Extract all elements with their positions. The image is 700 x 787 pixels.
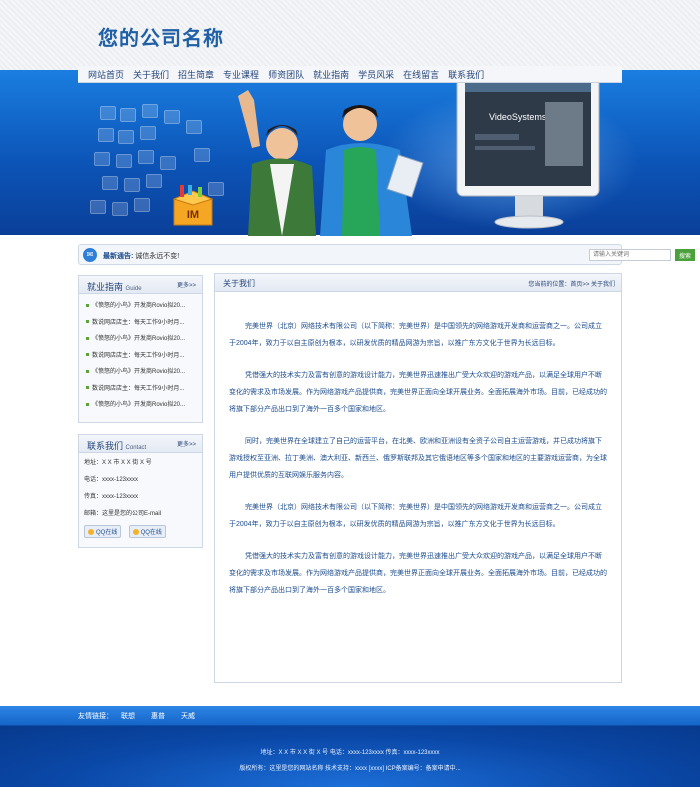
main-panel-header: 关于我们 您当前的位置：首页>> 关于我们: [215, 274, 621, 292]
article-paragraph: 完美世界（北京）网络技术有限公司（以下简称：完美世界）是中国领先的网络游戏开发商…: [229, 323, 602, 347]
list-item[interactable]: 《愤怒的小鸟》开发商Rovio拟20...: [79, 364, 202, 381]
bullet-icon: [86, 386, 89, 390]
main-nav: 网站首页 关于我们 招生简章 专业课程 师资团队 就业指南 学员风采 在线留言 …: [78, 66, 622, 83]
guide-panel-title: 就业指南 Guide: [87, 280, 142, 293]
friend-link-tianwei[interactable]: 天威: [181, 711, 195, 721]
nav-item-courses[interactable]: 专业课程: [223, 68, 259, 81]
im-gift-box-icon: IM: [172, 185, 214, 226]
qq-buttons: QQ在线 QQ在线: [79, 525, 202, 538]
contact-panel: 联系我们 Contact 更多>> 地址：X X 市 X X 街 X 号 电话：…: [78, 434, 203, 548]
im-box-label: IM: [187, 209, 199, 221]
student-photo-right: [320, 105, 424, 236]
friend-link-lenovo[interactable]: 联想: [121, 711, 135, 721]
article-paragraph: 凭借强大的技术实力及富有创意的游戏设计能力，完美世界迅速推出广受大众欢迎的游戏产…: [229, 372, 607, 413]
qq-penguin-icon: [132, 529, 139, 536]
qq-penguin-icon: [88, 529, 94, 536]
list-item-text: 数说网店店主：每天工作9小时月...: [92, 385, 185, 392]
footer-address: 地址：X X 市 X X 街 X 号 电话：xxxx-123xxxx 传真：xx…: [260, 750, 440, 756]
bullet-icon: [86, 336, 89, 340]
list-item[interactable]: 《愤怒的小鸟》开发商Rovio拟20...: [79, 397, 202, 414]
contact-fax: 传真：xxxx-123xxxx: [84, 494, 139, 500]
list-item[interactable]: 数说网店店主：每天工作9小时月...: [79, 348, 202, 365]
list-item-text: 数说网店店主：每天工作9小时月...: [92, 352, 185, 359]
chat-bubble-icon: ✉: [83, 248, 97, 262]
bullet-icon: [86, 369, 89, 373]
breadcrumb: 您当前的位置：首页>> 关于我们: [528, 282, 615, 288]
nav-item-contact[interactable]: 联系我们: [448, 68, 484, 81]
nav-item-admissions[interactable]: 招生简章: [178, 68, 214, 81]
guide-title-en: Guide: [125, 286, 142, 292]
nav-item-teachers[interactable]: 师资团队: [268, 68, 304, 81]
contact-email: 邮箱：这里是您的公司E-mail: [84, 511, 162, 517]
contact-info: 地址：X X 市 X X 街 X 号 电话：xxxx-123xxxx 传真：xx…: [79, 453, 202, 538]
bullet-icon: [86, 353, 89, 357]
friend-links-label: 友情链接：: [78, 713, 113, 720]
qq-online-button-2[interactable]: QQ在线: [128, 525, 166, 538]
list-item[interactable]: 《愤怒的小鸟》开发商Rovio拟20...: [79, 298, 202, 315]
nav-item-home[interactable]: 网站首页: [88, 68, 124, 81]
article-paragraph: 完美世界（北京）网络技术有限公司（以下简称：完美世界）是中国领先的网络游戏开发商…: [229, 504, 602, 528]
contact-panel-header: 联系我们 Contact 更多>>: [79, 435, 202, 453]
list-item-text: 《愤怒的小鸟》开发商Rovio拟20...: [92, 336, 186, 342]
nav-item-careers[interactable]: 就业指南: [313, 68, 349, 81]
qq-button-label: QQ在线: [140, 530, 162, 536]
contact-panel-title: 联系我们 Contact: [87, 439, 146, 452]
article-paragraph: 凭借强大的技术实力及富有创意的游戏设计能力，完美世界迅速推出广受大众欢迎的游戏产…: [229, 553, 607, 594]
guide-title-text: 就业指南: [87, 282, 124, 292]
friend-link-hp[interactable]: 惠普: [151, 711, 165, 721]
contact-phone: 电话：xxxx-123xxxx: [84, 477, 139, 483]
contact-address: 地址：X X 市 X X 街 X 号: [84, 460, 152, 466]
main-content-panel: 关于我们 您当前的位置：首页>> 关于我们 完美世界（北京）网络技术有限公司（以…: [214, 273, 622, 683]
list-item-text: 《愤怒的小鸟》开发商Rovio拟20...: [92, 402, 186, 408]
guide-more-link[interactable]: 更多>>: [177, 280, 196, 289]
monitor-screen-title: VideoSystems: [489, 112, 547, 122]
nav-item-about[interactable]: 关于我们: [133, 68, 169, 81]
notice-message: 诚信永远不变!: [135, 253, 180, 260]
bullet-icon: [86, 320, 89, 324]
contact-title-text: 联系我们: [87, 441, 124, 451]
notice-bar: ✉ 最新通告: 诚信永远不变! 搜索: [78, 244, 695, 265]
guide-list: 《愤怒的小鸟》开发商Rovio拟20... 数说网店店主：每天工作9小时月...…: [79, 294, 202, 414]
qq-online-button-1[interactable]: QQ在线: [84, 525, 122, 538]
bullet-icon: [86, 303, 89, 307]
list-item[interactable]: 数说网店店主：每天工作9小时月...: [79, 315, 202, 332]
guide-panel-header: 就业指南 Guide 更多>>: [79, 276, 202, 294]
friend-links-bar: 友情链接： 联想 惠普 天威: [0, 706, 700, 726]
site-logo[interactable]: 您的公司名称: [98, 22, 224, 51]
contact-title-en: Contact: [125, 445, 147, 451]
bullet-icon: [86, 402, 89, 406]
article-paragraph: 同时，完美世界在全球建立了自己的运营平台，在北美、欧洲和亚洲设有全资子公司自主运…: [229, 438, 607, 479]
list-item-text: 《愤怒的小鸟》开发商Rovio拟20...: [92, 303, 186, 309]
nav-item-students[interactable]: 学员风采: [358, 68, 394, 81]
notice-label: 最新通告:: [103, 253, 134, 260]
search-input[interactable]: [589, 249, 671, 261]
list-item[interactable]: 数说网店店主：每天工作9小时月...: [79, 381, 202, 398]
page-title: 关于我们: [223, 279, 255, 288]
student-photo-left: [238, 90, 316, 236]
list-item-text: 数说网店店主：每天工作9小时月...: [92, 319, 185, 326]
footer: 地址：X X 市 X X 街 X 号 电话：xxxx-123xxxx 传真：xx…: [0, 726, 700, 787]
article-body: 完美世界（北京）网络技术有限公司（以下简称：完美世界）是中国领先的网络游戏开发商…: [215, 292, 621, 599]
qq-button-label: QQ在线: [96, 530, 118, 536]
footer-copyright: 版权所有：这里是您的网站名称 技术支持：xxxx [xxxx] ICP备案编号：…: [239, 766, 461, 772]
contact-more-link[interactable]: 更多>>: [177, 439, 196, 448]
search-button[interactable]: 搜索: [675, 249, 695, 261]
monitor-illustration: VideoSystems: [456, 67, 600, 229]
nav-item-message[interactable]: 在线留言: [403, 68, 439, 81]
list-item[interactable]: 《愤怒的小鸟》开发商Rovio拟20...: [79, 331, 202, 348]
guide-panel: 就业指南 Guide 更多>> 《愤怒的小鸟》开发商Rovio拟20... 数说…: [78, 275, 203, 423]
list-item-text: 《愤怒的小鸟》开发商Rovio拟20...: [92, 369, 186, 375]
notice-text: 最新通告: 诚信永远不变!: [103, 251, 179, 261]
